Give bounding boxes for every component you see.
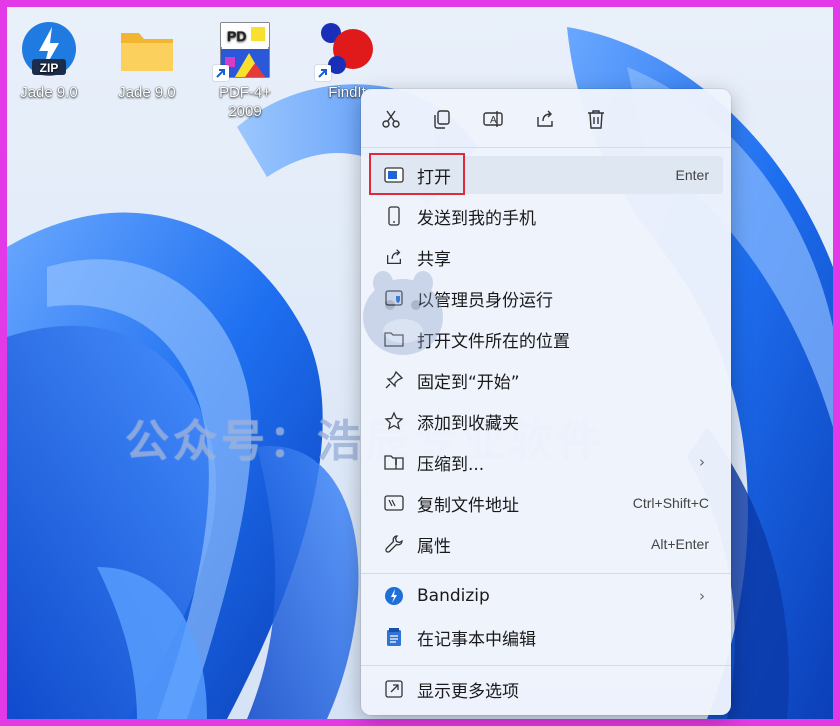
menu-item-edit-in-notepad[interactable]: 在记事本中编辑 bbox=[369, 618, 723, 656]
copy-path-icon bbox=[383, 492, 405, 514]
menu-item-label: 压缩到... bbox=[417, 454, 485, 475]
menu-item-compress-to[interactable]: 压缩到... › bbox=[369, 443, 723, 481]
share-icon bbox=[537, 110, 553, 127]
chevron-right-icon: › bbox=[699, 587, 705, 605]
menu-item-label: Bandizip bbox=[417, 586, 490, 606]
menu-item-label: 显示更多选项 bbox=[417, 681, 519, 702]
phone-icon bbox=[383, 205, 405, 227]
star-icon bbox=[383, 410, 405, 432]
menu-item-label: 固定到“开始” bbox=[417, 372, 520, 393]
menu-item-pin-to-start[interactable]: 固定到“开始” bbox=[369, 361, 723, 399]
menu-item-shortcut: Ctrl+Shift+C bbox=[632, 495, 709, 511]
menu-item-label: 发送到我的手机 bbox=[417, 208, 536, 229]
shortcut-arrow-icon bbox=[315, 65, 331, 81]
rename-icon: A bbox=[483, 111, 503, 127]
svg-text:A: A bbox=[490, 115, 497, 126]
menu-item-bandizip[interactable]: Bandizip › bbox=[369, 577, 723, 615]
scissors-icon bbox=[382, 110, 400, 128]
context-menu-toolbar: A bbox=[361, 89, 731, 147]
wrench-icon bbox=[383, 533, 405, 555]
menu-item-shortcut: Alt+Enter bbox=[651, 536, 709, 552]
pin-icon bbox=[383, 369, 405, 391]
menu-item-copy-file-path[interactable]: 复制文件地址 Ctrl+Shift+C bbox=[369, 484, 723, 522]
mascot-watermark-icon bbox=[363, 271, 443, 355]
svg-text:ZIP: ZIP bbox=[40, 61, 59, 75]
menu-item-show-more-options[interactable]: 显示更多选项 bbox=[369, 670, 723, 708]
svg-text:PD: PD bbox=[227, 28, 246, 44]
shortcut-arrow-icon bbox=[213, 65, 229, 81]
trash-icon bbox=[588, 110, 604, 129]
rename-button[interactable]: A bbox=[479, 105, 507, 133]
menu-item-properties[interactable]: 属性 Alt+Enter bbox=[369, 525, 723, 563]
notepad-icon bbox=[383, 626, 405, 648]
desktop-icon-jade-zip[interactable]: ZIP Jade 9.0 bbox=[8, 19, 90, 102]
highlight-open-item bbox=[369, 153, 465, 195]
menu-item-send-to-phone[interactable]: 发送到我的手机 bbox=[369, 197, 723, 235]
folder-icon bbox=[121, 33, 173, 71]
copy-icon bbox=[434, 110, 450, 129]
desktop-icon-label: PDF-4+ 2009 bbox=[218, 84, 272, 120]
desktop-icon-pdf4[interactable]: PD PDF-4+ 2009 bbox=[204, 19, 286, 121]
desktop-icon-label: Jade 9.0 bbox=[118, 84, 176, 101]
chevron-right-icon: › bbox=[699, 453, 705, 471]
menu-item-label: 复制文件地址 bbox=[417, 495, 519, 516]
zip-archive-icon: ZIP bbox=[22, 22, 76, 76]
desktop-icon-label: Jade 9.0 bbox=[20, 84, 78, 101]
menu-item-label: 在记事本中编辑 bbox=[417, 629, 536, 650]
bandizip-icon bbox=[383, 585, 405, 607]
menu-item-label: 属性 bbox=[417, 536, 451, 557]
menu-item-label: 添加到收藏夹 bbox=[417, 413, 519, 434]
copy-button[interactable] bbox=[428, 105, 456, 133]
menu-separator bbox=[361, 573, 731, 574]
menu-item-add-to-favorites[interactable]: 添加到收藏夹 bbox=[369, 402, 723, 440]
menu-item-shortcut: Enter bbox=[675, 167, 709, 183]
menu-separator bbox=[361, 665, 731, 666]
more-options-icon bbox=[383, 678, 405, 700]
desktop-icon-jade-folder[interactable]: Jade 9.0 bbox=[106, 19, 188, 102]
zip-icon bbox=[383, 451, 405, 473]
menu-separator bbox=[361, 147, 731, 148]
share-button[interactable] bbox=[531, 105, 559, 133]
cut-button[interactable] bbox=[377, 105, 405, 133]
delete-button[interactable] bbox=[582, 105, 610, 133]
